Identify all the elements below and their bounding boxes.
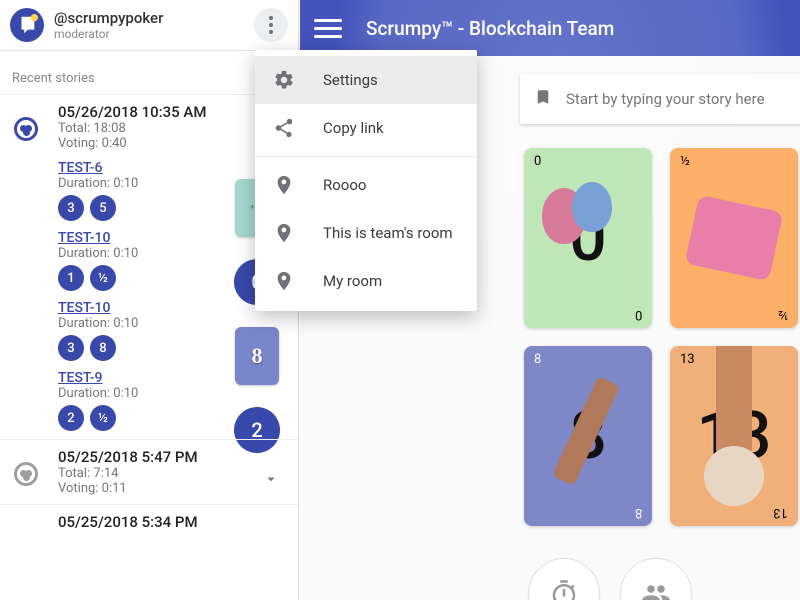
vote-chip[interactable]: 5 (90, 195, 116, 221)
vote-chip[interactable]: 1 (58, 265, 84, 291)
menu-item-label: Settings (323, 71, 378, 89)
menu-item-label: My room (323, 272, 382, 290)
user-role: moderator (54, 27, 254, 41)
place-icon (273, 222, 295, 244)
place-icon (273, 270, 295, 292)
topbar: Scrumpy™ - Blockchain Team (300, 0, 800, 56)
menu-item-label: This is team's room (323, 224, 453, 242)
user-meta: @scrumpypoker moderator (54, 9, 254, 41)
poker-card-0[interactable]: 0 0 0 (524, 148, 652, 328)
ticket-duration: Duration: 0:10 (58, 176, 228, 191)
action-bar (528, 558, 692, 600)
paw-art (704, 446, 764, 506)
group-voting: Voting: 0:11 (58, 481, 228, 496)
story-group: 05/25/2018 5:34 PM (0, 504, 298, 539)
card-corner: ½ (680, 154, 690, 169)
story-input-row[interactable] (520, 74, 800, 124)
vote-chip[interactable]: ½ (90, 265, 116, 291)
story-group: 05/25/2018 5:47 PM Total: 7:14 Voting: 0… (0, 439, 298, 504)
ticket-duration: Duration: 0:10 (58, 386, 228, 401)
group-timestamp: 05/25/2018 5:47 PM (58, 448, 228, 466)
more-menu: Settings Copy link Roooo This is team's … (255, 50, 477, 311)
vote-chip[interactable]: 8 (90, 335, 116, 361)
story-group: ··· 0 8 2 05/26/2018 10:35 AM Total: 18:… (0, 94, 298, 439)
place-icon (273, 174, 295, 196)
people-icon (641, 579, 671, 600)
group-timestamp: 05/26/2018 10:35 AM (58, 103, 228, 121)
vote-chip[interactable]: 3 (58, 335, 84, 361)
group-total: Total: 18:08 (58, 121, 228, 136)
card-corner: 13 (680, 352, 695, 367)
app-title: Scrumpy™ - Blockchain Team (366, 17, 614, 40)
story-input[interactable] (566, 90, 800, 108)
vote-chip[interactable]: 3 (58, 195, 84, 221)
chevron-down-icon[interactable] (262, 470, 280, 488)
menu-item-copy-link[interactable]: Copy link (255, 104, 477, 152)
menu-item-room[interactable]: Roooo (255, 161, 477, 209)
group-timestamp: 05/25/2018 5:34 PM (58, 513, 228, 531)
ticket: TEST-10 Duration: 0:10 38 (58, 297, 228, 361)
menu-item-settings[interactable]: Settings (255, 56, 477, 104)
group-voting: Voting: 0:40 (58, 136, 228, 151)
card-grid: 0 0 0 ½ ½ ½ 8 8 8 13 (524, 148, 800, 526)
vote-chip[interactable]: 2 (58, 405, 84, 431)
sidebar-header: @scrumpypoker moderator (0, 0, 298, 51)
menu-item-label: Roooo (323, 176, 366, 194)
menu-button[interactable] (314, 14, 342, 42)
ticket-link[interactable]: TEST-10 (58, 300, 110, 316)
menu-item-room[interactable]: This is team's room (255, 209, 477, 257)
card-corner: 8 (635, 505, 642, 520)
bookmark-icon (534, 88, 552, 110)
poker-card-half[interactable]: ½ ½ ½ (670, 148, 798, 328)
ticket: TEST-6 Duration: 0:10 35 (58, 157, 228, 221)
ticket-duration: Duration: 0:10 (58, 246, 228, 261)
gear-icon (273, 69, 295, 91)
team-button[interactable] (620, 558, 692, 600)
stopwatch-icon (549, 579, 579, 600)
ticket-link[interactable]: TEST-6 (58, 160, 102, 176)
ticket-link[interactable]: TEST-10 (58, 230, 110, 246)
moderator-badge (14, 462, 38, 486)
ticket-duration: Duration: 0:10 (58, 316, 228, 331)
more-button[interactable] (254, 8, 288, 42)
ticket-link[interactable]: TEST-9 (58, 370, 102, 386)
group-total: Total: 7:14 (58, 466, 228, 481)
card-corner: 8 (534, 352, 541, 367)
user-handle: @scrumpypoker (54, 9, 254, 27)
result-card[interactable]: 8 (235, 327, 279, 385)
moderator-badge (14, 117, 38, 141)
ticket: TEST-10 Duration: 0:10 1½ (58, 227, 228, 291)
card-corner: 13 (773, 505, 788, 520)
card-corner: 0 (635, 307, 642, 322)
avatar[interactable] (10, 8, 44, 42)
poker-card-13[interactable]: 13 13 13 (670, 346, 798, 526)
menu-item-label: Copy link (323, 119, 384, 137)
candy-art (685, 195, 784, 281)
timer-button[interactable] (528, 558, 600, 600)
poker-card-8[interactable]: 8 8 8 (524, 346, 652, 526)
vote-chip[interactable]: ½ (90, 405, 116, 431)
more-vertical-icon (269, 16, 273, 34)
menu-separator (255, 156, 477, 157)
card-corner: 0 (534, 154, 541, 169)
ticket: TEST-9 Duration: 0:10 2½ (58, 367, 228, 431)
avatar-icon (16, 14, 38, 36)
card-corner: ½ (778, 307, 788, 322)
recent-stories-title: Recent stories (0, 51, 298, 94)
share-icon (273, 117, 295, 139)
menu-item-room[interactable]: My room (255, 257, 477, 305)
